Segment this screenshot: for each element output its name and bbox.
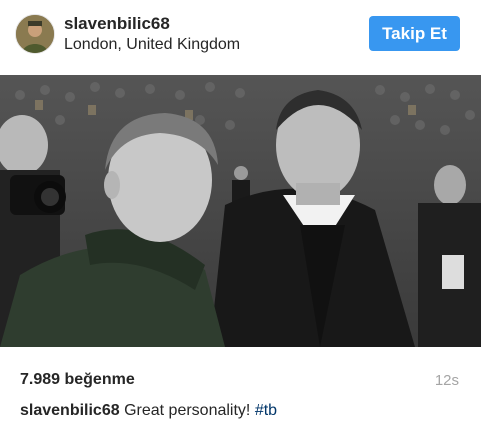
post-caption: slavenbilic68 Great personality! #tb <box>20 402 277 420</box>
follow-button[interactable]: Takip Et <box>369 16 460 51</box>
caption-username[interactable]: slavenbilic68 <box>20 402 120 419</box>
caption-text: Great personality! <box>124 402 251 419</box>
caption-hashtag[interactable]: #tb <box>255 402 277 419</box>
username-link[interactable]: slavenbilic68 <box>64 14 170 34</box>
post-timestamp: 12s <box>434 372 459 389</box>
likes-count[interactable]: 7.989 beğenme <box>20 371 135 389</box>
post-header: slavenbilic68 London, United Kingdom Tak… <box>0 0 481 75</box>
location-link[interactable]: London, United Kingdom <box>64 36 240 54</box>
post-photo[interactable] <box>0 75 481 347</box>
avatar[interactable] <box>15 14 55 54</box>
